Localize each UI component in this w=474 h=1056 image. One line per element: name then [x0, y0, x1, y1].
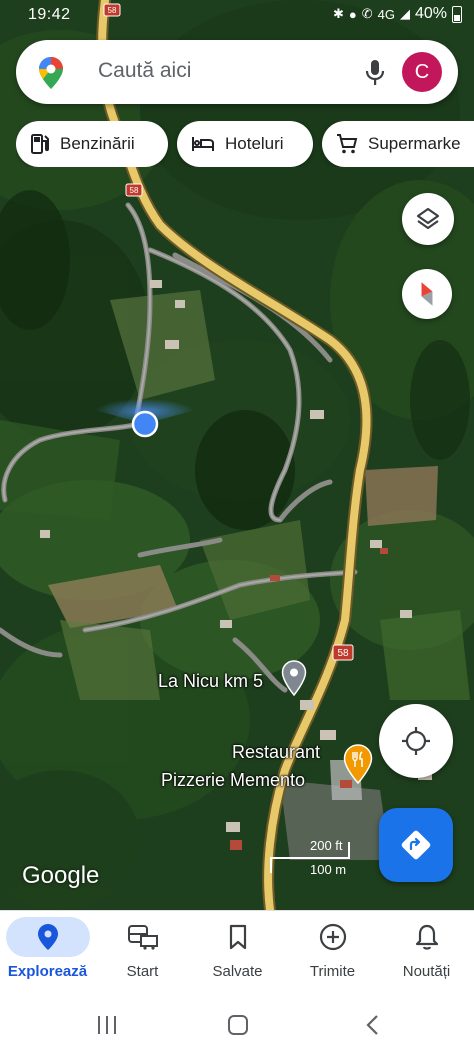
scale-feet: 200 ft [310, 838, 343, 853]
tab-contribute[interactable]: Trimite [285, 911, 380, 995]
poi-label-pizzerie-memento[interactable]: Pizzerie Memento [161, 770, 305, 791]
explore-pin-icon [37, 924, 58, 950]
chip-label: Supermarke [368, 134, 461, 153]
compass-icon [421, 282, 433, 306]
bell-icon [415, 924, 438, 950]
restaurant-icon[interactable] [343, 744, 373, 784]
tab-icon-wrap [291, 917, 375, 957]
home-icon[interactable] [227, 1014, 249, 1036]
crosshair-icon [402, 727, 430, 755]
directions-icon [401, 830, 431, 860]
recent-apps-icon[interactable] [96, 1014, 118, 1036]
bottom-navigation: Explorează Start Salvate Trimite Noutăți [0, 910, 474, 994]
google-attribution: Google [22, 862, 100, 889]
tab-start[interactable]: Start [95, 911, 190, 995]
chip-supermarkets[interactable]: Supermarke [322, 121, 474, 167]
google-maps-pin-icon [39, 57, 63, 89]
tab-label: Start [126, 963, 159, 980]
svg-text:58: 58 [130, 186, 139, 195]
status-bar: 19:42 ✱ ● ✆ 4G ◢ 40% [0, 0, 474, 32]
tab-label: Explorează [7, 963, 88, 980]
status-time: 19:42 [28, 6, 71, 23]
shopping-cart-icon [337, 134, 358, 154]
map-scale: 200 ft 100 m [270, 836, 350, 880]
chip-label: Hoteluri [225, 134, 284, 153]
google-maps-screen: 58 58 58 19:42 ✱ ● ✆ 4G ◢ 40% Caută aici… [0, 0, 474, 1056]
commute-icon [127, 925, 158, 950]
chip-gas-stations[interactable]: Benzinării [16, 121, 168, 167]
layers-button[interactable] [402, 193, 454, 245]
road-shield-58-middle: 58 [125, 183, 143, 197]
tab-explore[interactable]: Explorează [0, 911, 95, 995]
bluetooth-icon: ✱ [332, 6, 344, 21]
search-bar[interactable]: Caută aici C [16, 40, 458, 104]
road-shield-58-bottom: 58 [332, 644, 354, 661]
poi-label-restaurant[interactable]: Restaurant [232, 742, 320, 763]
tab-label: Noutăți [402, 963, 451, 980]
chip-hotels[interactable]: Hoteluri [177, 121, 313, 167]
scale-line [270, 857, 350, 859]
compass-button[interactable] [402, 269, 452, 319]
hotel-bed-icon [192, 137, 214, 151]
svg-text:58: 58 [337, 648, 349, 659]
layers-icon [416, 207, 440, 230]
location-icon: ● [348, 6, 357, 22]
chip-label: Benzinării [60, 134, 135, 153]
signal-4g-icon: 4G [377, 6, 395, 22]
directions-button[interactable] [379, 808, 453, 882]
tab-label: Trimite [309, 963, 356, 980]
tab-icon-wrap [101, 917, 185, 957]
tab-icon-wrap [5, 917, 90, 957]
battery-icon [452, 5, 462, 23]
avatar[interactable]: C [402, 52, 442, 92]
tab-updates[interactable]: Noutăți [379, 911, 474, 995]
status-icons: ✱ ● ✆ 4G ◢ 40% [333, 5, 462, 23]
gas-station-icon [31, 134, 49, 154]
back-icon[interactable] [362, 1014, 384, 1036]
system-navigation-bar [0, 994, 474, 1056]
my-location-button[interactable] [379, 704, 453, 778]
wifi-icon: ◢ [399, 6, 410, 21]
battery-percent: 40% [414, 5, 447, 22]
tab-icon-wrap [196, 917, 280, 957]
bookmark-icon [229, 924, 246, 950]
scale-meters: 100 m [310, 862, 347, 877]
tab-label: Salvate [212, 963, 263, 980]
scale-tick [270, 857, 272, 873]
category-chips: Benzinării Hoteluri Supermarke [16, 121, 474, 167]
poi-label-la-nicu[interactable]: La Nicu km 5 [158, 671, 263, 692]
scale-tick [348, 842, 350, 858]
pin-icon[interactable] [281, 660, 307, 696]
tab-icon-wrap [385, 917, 469, 957]
search-input[interactable]: Caută aici [98, 59, 191, 83]
mic-icon[interactable] [364, 59, 386, 87]
add-circle-icon [319, 923, 346, 951]
call-icon: ✆ [361, 6, 373, 21]
tab-saved[interactable]: Salvate [190, 911, 285, 995]
